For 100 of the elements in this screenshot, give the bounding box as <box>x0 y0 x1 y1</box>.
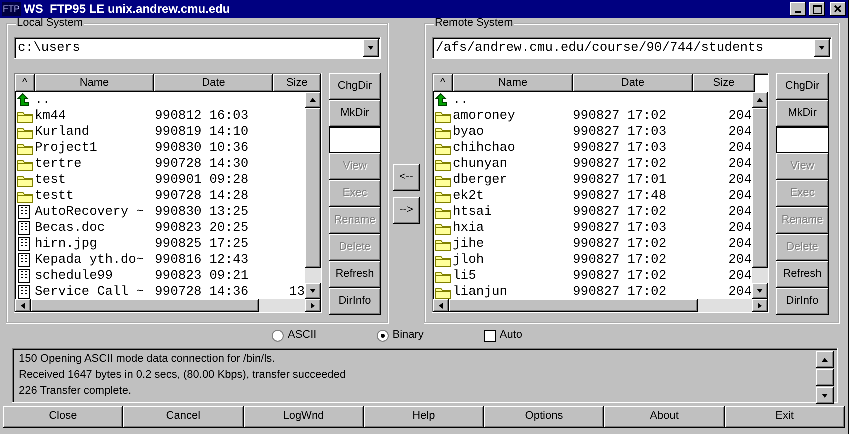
file-name[interactable]: Project1 <box>35 140 155 156</box>
action-button[interactable]: Refresh <box>776 261 829 288</box>
path-text: /afs/andrew.cmu.edu/course/90/744/students <box>435 40 765 56</box>
group-label: Remote System <box>434 18 514 29</box>
action-button[interactable]: Refresh <box>329 261 381 288</box>
scroll-down-button[interactable] <box>752 283 768 299</box>
scroll-up-button[interactable] <box>752 92 768 108</box>
scroll-down-button[interactable] <box>816 387 834 404</box>
file-name[interactable]: AutoRecovery ~ <box>35 204 155 220</box>
file-name[interactable]: hirn.jpg <box>35 236 155 252</box>
action-button[interactable]: ChgDir <box>776 73 829 100</box>
file-name[interactable]: li5 <box>453 268 573 284</box>
horizontal-scrollbar[interactable] <box>433 299 768 312</box>
column-header[interactable]: Name <box>453 74 573 92</box>
right-arrow-icon <box>310 302 316 310</box>
file-name[interactable]: schedule99 <box>35 268 155 284</box>
file-name[interactable]: Service Call ~ <box>35 284 155 299</box>
scroll-up-button[interactable] <box>816 351 834 368</box>
scroll-left-button[interactable] <box>433 299 449 312</box>
file-size: 204 <box>728 204 752 220</box>
file-date: 990728 14:28 <box>155 188 250 204</box>
up-arrow-icon <box>821 356 829 362</box>
column-header[interactable]: Name <box>34 74 154 92</box>
vertical-scrollbar[interactable] <box>305 92 321 299</box>
file-date: 990827 17:01 <box>573 172 668 188</box>
transfer-button[interactable]: <-- <box>393 164 420 191</box>
sort-button[interactable]: ^ <box>433 74 453 92</box>
command-button[interactable]: Help <box>364 406 484 428</box>
scroll-right-button[interactable] <box>305 299 321 312</box>
command-button[interactable]: About <box>604 406 725 428</box>
dropdown-button[interactable] <box>814 39 830 57</box>
file-name[interactable]: test <box>35 172 155 188</box>
scroll-down-button[interactable] <box>305 283 321 299</box>
file-name[interactable]: km44 <box>35 108 155 124</box>
file-date: 990827 17:02 <box>573 156 668 172</box>
scroll-thumb[interactable] <box>816 369 834 386</box>
maximize-button[interactable] <box>809 2 825 16</box>
file-size: 204 <box>728 220 752 236</box>
minimize-button[interactable] <box>790 2 806 16</box>
dropdown-button[interactable] <box>363 39 379 57</box>
file-name[interactable]: .. <box>453 92 573 108</box>
file-name[interactable]: Becas.doc <box>35 220 155 236</box>
file-name[interactable]: htsai <box>453 204 573 220</box>
scroll-right-button[interactable] <box>752 299 768 312</box>
column-header[interactable]: Date <box>573 74 693 92</box>
command-button[interactable]: LogWnd <box>244 406 364 428</box>
file-name[interactable]: Kurland <box>35 124 155 140</box>
vertical-scrollbar[interactable] <box>752 92 768 299</box>
horizontal-scrollbar[interactable] <box>15 299 321 312</box>
file-size: 204 <box>728 268 752 284</box>
transfer-button[interactable]: --> <box>393 197 420 224</box>
file-name[interactable]: Kepada yth.do~ <box>35 252 155 268</box>
file-name[interactable]: chihchao <box>453 140 573 156</box>
file-name[interactable]: chunyan <box>453 156 573 172</box>
file-name[interactable]: lianjun <box>453 284 573 299</box>
checkbox[interactable] <box>484 330 496 342</box>
folder-icon <box>435 174 451 186</box>
command-button[interactable]: Options <box>484 406 604 428</box>
action-button[interactable]: DirInfo <box>329 288 381 315</box>
file-date: 990827 17:03 <box>573 220 668 236</box>
radio-button[interactable] <box>272 330 284 342</box>
file-name[interactable]: .. <box>35 92 155 108</box>
scroll-thumb[interactable] <box>31 299 259 312</box>
folder-icon <box>17 110 33 122</box>
path-combo-box[interactable]: c:\users <box>14 37 381 59</box>
action-button[interactable]: ChgDir <box>329 73 381 100</box>
column-header[interactable]: Date <box>154 74 274 92</box>
scroll-thumb[interactable] <box>449 299 698 312</box>
sort-button[interactable]: ^ <box>15 74 35 92</box>
column-header[interactable]: Size <box>693 74 755 92</box>
column-header[interactable]: Size <box>273 74 321 92</box>
file-name[interactable]: amoroney <box>453 108 573 124</box>
action-button[interactable]: MkDir <box>329 100 381 127</box>
up-arrow-icon <box>435 93 448 107</box>
close-icon <box>834 5 842 13</box>
file-name[interactable]: jihe <box>453 236 573 252</box>
file-name[interactable]: ek2t <box>453 188 573 204</box>
scroll-left-button[interactable] <box>15 299 31 312</box>
file-date: 990819 14:10 <box>155 124 250 140</box>
file-date: 990728 14:36 <box>155 284 250 299</box>
command-button[interactable]: Exit <box>724 406 845 428</box>
scroll-thumb[interactable] <box>305 108 321 268</box>
file-name[interactable]: jloh <box>453 252 573 268</box>
file-name[interactable]: testt <box>35 188 155 204</box>
path-combo-box[interactable]: /afs/andrew.cmu.edu/course/90/744/students <box>432 37 832 59</box>
scroll-thumb[interactable] <box>752 108 768 268</box>
file-name[interactable]: hxia <box>453 220 573 236</box>
input-field[interactable] <box>329 127 381 153</box>
scroll-up-button[interactable] <box>305 92 321 108</box>
action-button[interactable]: DirInfo <box>776 288 829 315</box>
file-size: 13 <box>288 284 305 299</box>
command-button[interactable]: Close <box>3 406 124 428</box>
radio-button[interactable] <box>376 330 389 342</box>
close-button[interactable] <box>830 2 846 16</box>
action-button[interactable]: MkDir <box>776 100 829 127</box>
input-field[interactable] <box>776 127 829 153</box>
file-name[interactable]: tertre <box>35 156 155 172</box>
file-name[interactable]: byao <box>453 124 573 140</box>
command-button[interactable]: Cancel <box>123 406 244 428</box>
file-name[interactable]: dberger <box>453 172 573 188</box>
